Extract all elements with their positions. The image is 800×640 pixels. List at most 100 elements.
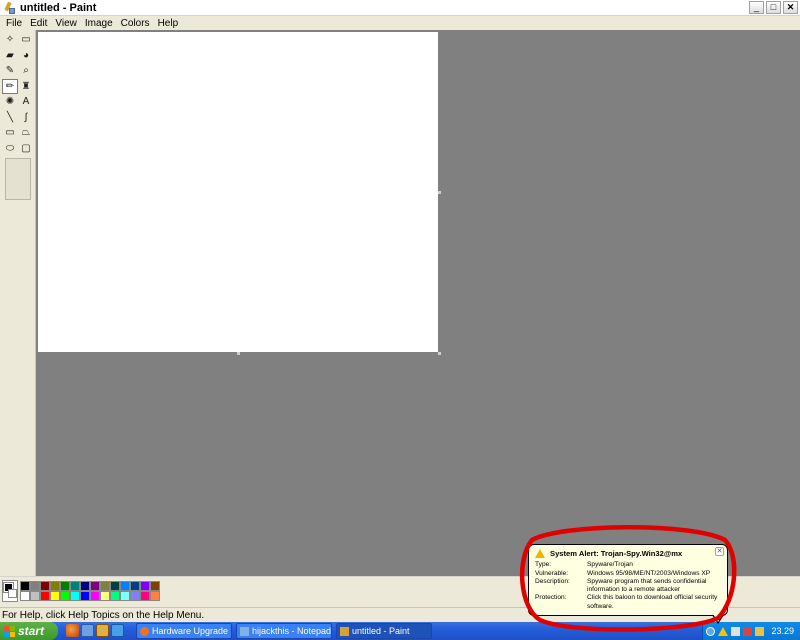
resize-handle[interactable]: [438, 191, 441, 194]
task-label: untitled - Paint: [352, 626, 410, 636]
ie-quicklaunch-icon[interactable]: [111, 624, 124, 637]
maximize-button[interactable]: □: [766, 1, 781, 14]
window-title: untitled - Paint: [20, 1, 97, 14]
network-icon[interactable]: [731, 626, 741, 636]
color-swatch[interactable]: [150, 581, 160, 591]
color-swatch[interactable]: [80, 581, 90, 591]
speaker-icon[interactable]: [755, 626, 765, 636]
balloon-value: Windows 95/98/ME/NT/2003/Windows XP: [587, 569, 711, 577]
menu-view[interactable]: View: [51, 18, 81, 29]
toolbox: ✧ ▭ ▰ ◕ ✎ ⌕ ✏ ♜ ✺ A ╲ ∫ ▭ ⏢ ⬭ ▢: [0, 30, 36, 576]
menu-image[interactable]: Image: [81, 18, 117, 29]
brush-tool[interactable]: ♜: [18, 79, 34, 94]
eraser-tool[interactable]: ▰: [2, 48, 18, 63]
system-alert-balloon[interactable]: ✕ System Alert: Trojan-Spy.Win32@mx Type…: [528, 544, 728, 616]
color-swatch[interactable]: [50, 591, 60, 601]
task-label: hijackthis - Notepad: [252, 626, 332, 636]
color-swatch[interactable]: [30, 581, 40, 591]
color-swatch[interactable]: [140, 591, 150, 601]
resize-handle[interactable]: [237, 352, 240, 355]
select-tool[interactable]: ▭: [18, 32, 34, 47]
menu-file[interactable]: File: [2, 18, 26, 29]
color-swatch[interactable]: [90, 591, 100, 601]
select-icon: ▭: [21, 34, 31, 45]
canvas-workspace: [36, 30, 800, 576]
color-swatch[interactable]: [110, 591, 120, 601]
airbrush-tool[interactable]: ✺: [2, 94, 18, 109]
magnifier-tool[interactable]: ⌕: [18, 63, 34, 78]
color-swatch[interactable]: [20, 591, 30, 601]
rounded-rectangle-tool[interactable]: ▢: [18, 141, 34, 156]
balloon-row: Description: Spyware program that sends …: [535, 578, 721, 594]
free-select-tool[interactable]: ✧: [2, 32, 18, 47]
fill-icon: ◕: [22, 49, 30, 61]
tool-options-panel[interactable]: [5, 158, 31, 200]
desktop-quicklaunch-icon[interactable]: [81, 624, 94, 637]
start-button[interactable]: start: [0, 622, 58, 640]
color-swatch[interactable]: [130, 591, 140, 601]
ellipse-tool[interactable]: ⬭: [2, 141, 18, 156]
color-swatch[interactable]: [70, 581, 80, 591]
system-tray: 23.29: [702, 622, 800, 640]
curve-tool[interactable]: ∫: [18, 110, 34, 125]
tools-grid: ✧ ▭ ▰ ◕ ✎ ⌕ ✏ ♜ ✺ A ╲ ∫ ▭ ⏢ ⬭ ▢: [2, 32, 34, 156]
clock: 23.29: [771, 626, 794, 636]
close-button[interactable]: ✕: [783, 1, 798, 14]
task-paint[interactable]: untitled - Paint: [336, 623, 432, 639]
chevron-left-icon[interactable]: [706, 626, 716, 636]
color-swatch[interactable]: [40, 581, 50, 591]
pencil-tool[interactable]: ✏: [2, 78, 18, 94]
firefox-quicklaunch-icon[interactable]: [66, 624, 79, 637]
color-swatch[interactable]: [40, 591, 50, 601]
taskbar: start Hardware Upgrade F... hijackthis -…: [0, 622, 800, 640]
rounded-rectangle-icon: ▢: [21, 142, 31, 154]
winamp-quicklaunch-icon[interactable]: [96, 624, 109, 637]
drawing-canvas[interactable]: [38, 32, 438, 352]
line-tool[interactable]: ╲: [2, 110, 18, 125]
menu-edit[interactable]: Edit: [26, 18, 51, 29]
swatch-grid: [20, 581, 160, 601]
eraser-icon: ▰: [6, 49, 14, 61]
menu-colors[interactable]: Colors: [117, 18, 154, 29]
text-icon: A: [22, 96, 30, 107]
color-swatch[interactable]: [100, 581, 110, 591]
color-swatch[interactable]: [130, 581, 140, 591]
color-swatch[interactable]: [150, 591, 160, 601]
color-swatch[interactable]: [50, 581, 60, 591]
color-swatch[interactable]: [30, 591, 40, 601]
warning-icon[interactable]: [718, 626, 729, 636]
windows-flag-icon: [4, 625, 15, 637]
pick-color-tool[interactable]: ✎: [2, 63, 18, 78]
color-swatch[interactable]: [120, 591, 130, 601]
tray-app-icon[interactable]: [743, 626, 753, 636]
color-swatch[interactable]: [90, 581, 100, 591]
free-select-icon: ✧: [5, 34, 15, 45]
task-notepad[interactable]: hijackthis - Notepad: [236, 623, 332, 639]
balloon-close-button[interactable]: ✕: [715, 547, 724, 556]
fill-tool[interactable]: ◕: [18, 48, 34, 63]
color-swatch[interactable]: [120, 581, 130, 591]
window-controls: _ □ ✕: [749, 1, 798, 14]
color-swatch[interactable]: [70, 591, 80, 601]
balloon-key: Type:: [535, 561, 552, 569]
color-swatch[interactable]: [80, 591, 90, 601]
minimize-button[interactable]: _: [749, 1, 764, 14]
text-tool[interactable]: A: [18, 94, 34, 109]
color-swatch[interactable]: [20, 581, 30, 591]
menu-help[interactable]: Help: [154, 18, 183, 29]
rectangle-tool[interactable]: ▭: [2, 125, 18, 140]
color-swatch[interactable]: [100, 591, 110, 601]
brush-icon: ♜: [21, 80, 31, 92]
color-swatch[interactable]: [110, 581, 120, 591]
title-bar: untitled - Paint _ □ ✕: [0, 0, 800, 16]
balloon-row: Type: Spyware/Trojan: [535, 561, 721, 569]
color-swatch[interactable]: [60, 591, 70, 601]
resize-handle[interactable]: [438, 352, 441, 355]
polygon-tool[interactable]: ⏢: [18, 125, 34, 140]
color-swatch[interactable]: [60, 581, 70, 591]
task-hardware-upgrade[interactable]: Hardware Upgrade F...: [136, 623, 232, 639]
balloon-key: Description:: [535, 577, 570, 585]
color-swatch[interactable]: [140, 581, 150, 591]
paint-icon: [340, 626, 349, 636]
balloon-value: Spyware program that sends confidential …: [587, 577, 707, 594]
